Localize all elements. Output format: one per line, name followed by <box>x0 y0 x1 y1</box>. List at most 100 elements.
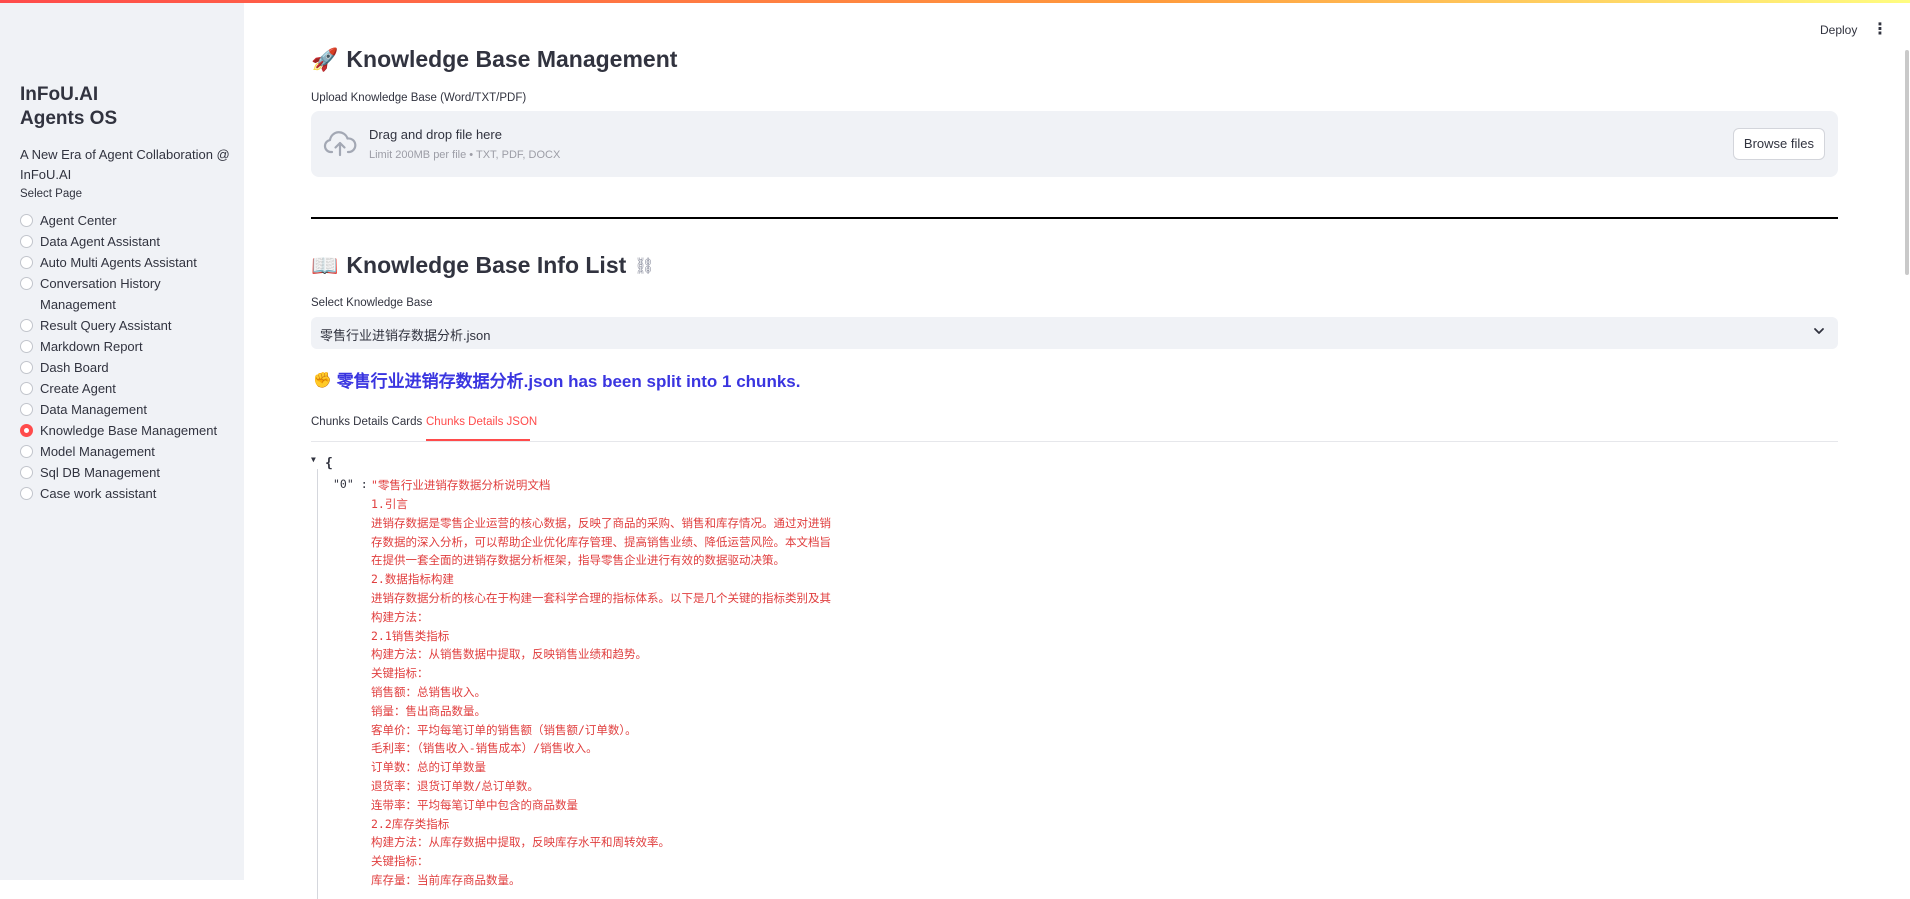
sidebar-item-label: Auto Multi Agents Assistant <box>40 255 197 270</box>
more-vertical-icon[interactable]: ⋮ <box>1872 21 1888 39</box>
deploy-button[interactable]: Deploy <box>1820 23 1857 37</box>
upload-label: Upload Knowledge Base (Word/TXT/PDF) <box>311 92 527 104</box>
json-value-line: 2.2库存类指标 <box>371 816 450 831</box>
json-value-line: 销售额：总销售收入。 <box>371 684 486 699</box>
sidebar-item-result-query-assistant[interactable]: Result Query Assistant <box>20 315 235 336</box>
radio-icon[interactable] <box>20 277 33 290</box>
json-value-first-line: "零售行业进销存数据分析说明文档 <box>371 478 551 492</box>
json-open-brace: { <box>325 456 333 471</box>
json-value-line: 关键指标： <box>371 854 429 869</box>
radio-icon[interactable] <box>20 466 33 479</box>
collapse-toggle-icon[interactable]: ▼ <box>311 455 316 464</box>
sidebar: InFoU.AI Agents OS A New Era of Agent Co… <box>0 0 244 880</box>
json-value-line: 存数据的深入分析，可以帮助企业优化库存管理、提高销售业绩、降低运营风险。本文档旨 <box>371 534 831 549</box>
json-value-line: 关键指标： <box>371 666 429 681</box>
radio-icon[interactable] <box>20 235 33 248</box>
page-radio-group: Agent Center Data Agent Assistant Auto Mul… <box>20 210 235 504</box>
page-title: 🚀 Knowledge Base Management <box>311 46 677 73</box>
chunk-status-text: 零售行业进销存数据分析.json has been split into 1 c… <box>336 372 801 391</box>
tab-bar: Chunks Details Cards Chunks Details JSON <box>311 411 1838 442</box>
sidebar-item-model-management[interactable]: Model Management <box>20 441 235 462</box>
section-title-text: Knowledge Base Info List <box>346 252 627 278</box>
json-value-line: 2.1销售类指标 <box>371 628 450 643</box>
sidebar-item-label: Case work assistant <box>40 486 157 501</box>
app-title-line1: InFoU.AI <box>20 84 99 105</box>
knowledge-base-select-value: 零售行业进销存数据分析.json <box>320 328 491 343</box>
json-value-line: 毛利率：（销售收入-销售成本）/销售收入。 <box>371 741 598 756</box>
json-value-line: 进销存数据分析的核心在于构建一套科学合理的指标体系。以下是几个关键的指标类别及其 <box>371 590 831 605</box>
page-title-text: Knowledge Base Management <box>346 46 678 72</box>
sidebar-item-data-management[interactable]: Data Management <box>20 399 235 420</box>
json-value-line: 1.引言 <box>371 497 408 511</box>
select-page-label: Select Page <box>20 188 83 200</box>
json-value-line: 构建方法：从销售数据中提取，反映销售业绩和趋势。 <box>371 647 647 662</box>
radio-selected-icon[interactable] <box>20 424 33 437</box>
sidebar-item-dash-board[interactable]: Dash Board <box>20 357 235 378</box>
sidebar-item-label: Data Agent Assistant <box>40 234 160 249</box>
sidebar-item-markdown-report[interactable]: Markdown Report <box>20 336 235 357</box>
sidebar-item-label: Knowledge Base Management <box>40 423 218 438</box>
radio-icon[interactable] <box>20 340 33 353</box>
sidebar-item-label: Conversation History Management <box>40 276 161 312</box>
radio-icon[interactable] <box>20 403 33 416</box>
radio-icon[interactable] <box>20 361 33 374</box>
json-value-line: 进销存数据是零售企业运营的核心数据，反映了商品的采购、销售和库存情况。通过对进销 <box>371 515 831 530</box>
sidebar-item-label: Create Agent <box>40 381 116 396</box>
browse-files-button[interactable]: Browse files <box>1732 128 1825 160</box>
file-dropzone[interactable]: Drag and drop file here Limit 200MB per … <box>311 111 1838 177</box>
dropzone-subtitle: Limit 200MB per file • TXT, PDF, DOCX <box>369 149 561 161</box>
radio-icon[interactable] <box>20 445 33 458</box>
sidebar-item-auto-multi-agents-assistant[interactable]: Auto Multi Agents Assistant <box>20 252 235 273</box>
app-title: InFoU.AI Agents OS <box>20 83 117 131</box>
sidebar-item-label: Model Management <box>40 444 155 459</box>
json-value-line: 构建方法： <box>371 609 429 624</box>
json-value-line: 库存量：当前库存商品数量。 <box>371 872 521 887</box>
tab-chunks-cards[interactable]: Chunks Details Cards <box>311 416 422 428</box>
json-value-line: 在提供一套全面的进销存数据分析框架，指导零售企业进行有效的数据驱动决策。 <box>371 553 785 568</box>
radio-icon[interactable] <box>20 214 33 227</box>
json-indent-guide <box>317 469 318 899</box>
radio-icon[interactable] <box>20 487 33 500</box>
chunk-status-message: ✊ 零售行业进销存数据分析.json has been split into 1… <box>313 367 800 392</box>
sidebar-item-create-agent[interactable]: Create Agent <box>20 378 235 399</box>
active-tab-indicator <box>426 439 530 441</box>
sidebar-item-case-work-assistant[interactable]: Case work assistant <box>20 483 235 504</box>
rocket-icon: 🚀 <box>311 46 339 72</box>
sidebar-item-agent-center[interactable]: Agent Center <box>20 210 235 231</box>
sidebar-item-label: Result Query Assistant <box>40 318 172 333</box>
radio-icon[interactable] <box>20 382 33 395</box>
json-value-line: 客单价：平均每笔订单的销售额（销售额/订单数）。 <box>371 722 637 737</box>
sidebar-item-sql-db-management[interactable]: Sql DB Management <box>20 462 235 483</box>
json-value-line: 订单数：总的订单数量 <box>371 760 486 775</box>
json-value-line: 2.数据指标构建 <box>371 572 454 587</box>
fist-icon: ✊ <box>313 371 332 389</box>
dropzone-title: Drag and drop file here <box>369 127 502 142</box>
json-value-line: 销量：售出商品数量。 <box>371 703 486 718</box>
app-description: A New Era of Agent Collaboration @ InFoU… <box>20 147 230 182</box>
json-key: "0" : <box>333 477 368 491</box>
json-value-lines: 1.引言进销存数据是零售企业运营的核心数据，反映了商品的采购、销售和库存情况。通… <box>371 495 831 890</box>
sidebar-item-conversation-history-management[interactable]: Conversation History Management <box>20 273 235 315</box>
sidebar-item-label: Data Management <box>40 402 147 417</box>
radio-icon[interactable] <box>20 319 33 332</box>
sidebar-item-label: Dash Board <box>40 360 109 375</box>
scrollbar-thumb[interactable] <box>1905 50 1909 275</box>
sidebar-item-label: Sql DB Management <box>40 465 160 480</box>
section-title-kb-info: 📖 Knowledge Base Info List ⛓ <box>311 252 655 279</box>
sidebar-item-knowledge-base-management[interactable]: Knowledge Base Management <box>20 420 235 441</box>
select-kb-label: Select Knowledge Base <box>311 297 433 309</box>
chevron-down-icon <box>1814 328 1824 334</box>
tab-chunks-json[interactable]: Chunks Details JSON <box>426 416 537 428</box>
sidebar-item-label: Markdown Report <box>40 339 143 354</box>
json-value-line: 退货率：退货订单数/总订单数。 <box>371 778 539 793</box>
link-icon[interactable]: ⛓ <box>634 256 654 276</box>
app-title-line2: Agents OS <box>20 108 118 129</box>
json-value-line: 构建方法：从库存数据中提取，反映库存水平和周转效率。 <box>371 835 670 850</box>
book-icon: 📖 <box>311 252 339 278</box>
json-value-line: 连带率：平均每笔订单中包含的商品数量 <box>371 797 578 812</box>
sidebar-item-label: Agent Center <box>40 213 117 228</box>
divider <box>311 217 1838 219</box>
knowledge-base-select[interactable]: 零售行业进销存数据分析.json <box>311 317 1838 349</box>
sidebar-item-data-agent-assistant[interactable]: Data Agent Assistant <box>20 231 235 252</box>
radio-icon[interactable] <box>20 256 33 269</box>
